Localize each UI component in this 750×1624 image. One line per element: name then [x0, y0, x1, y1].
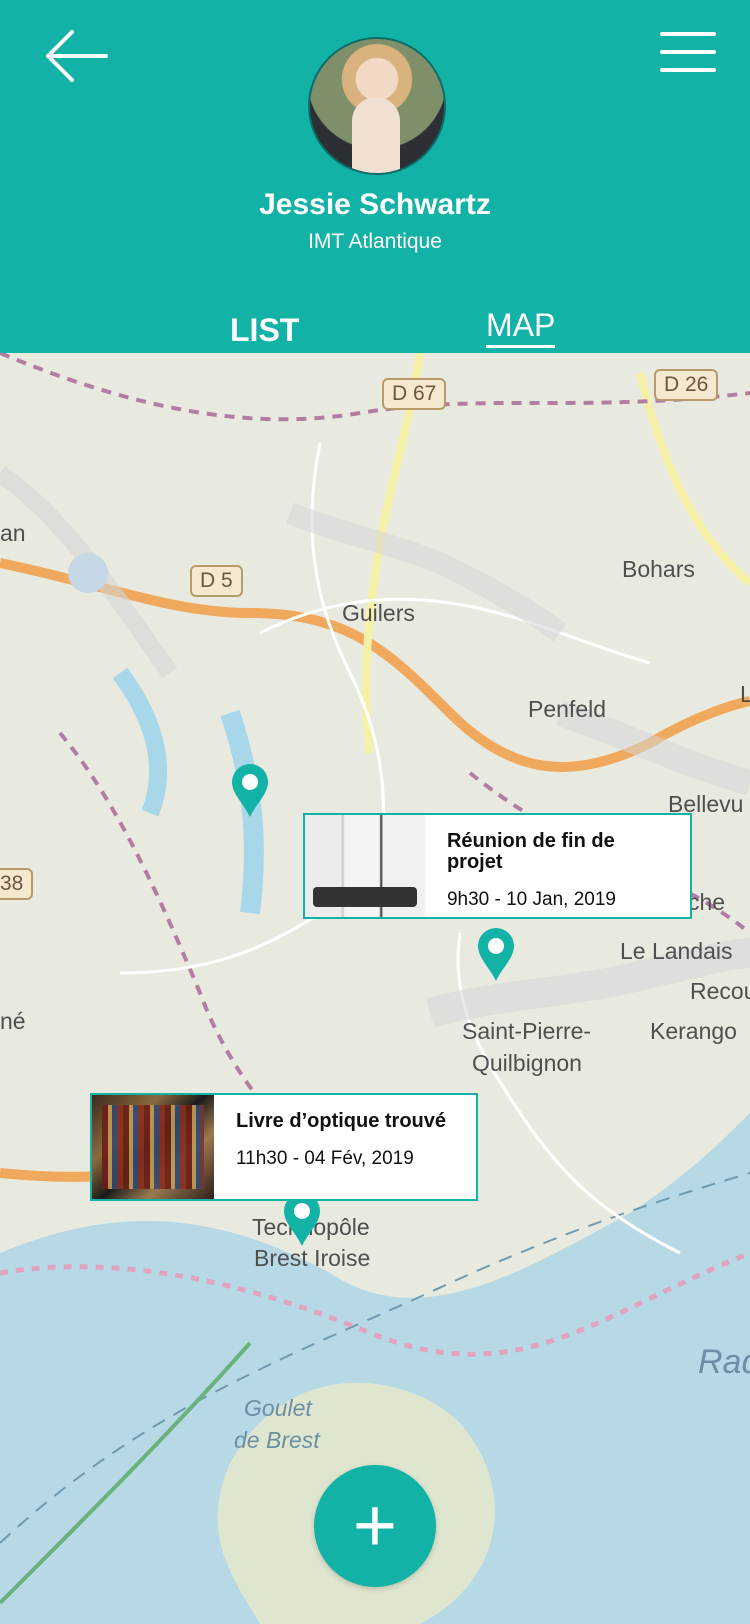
- event-title: Livre d’optique trouvé: [236, 1110, 447, 1132]
- road-label-d5: D 5: [190, 565, 243, 597]
- map-pin-icon[interactable]: [476, 926, 516, 982]
- place-label-brest-iroise: Brest Iroise: [254, 1245, 371, 1271]
- event-card-reunion[interactable]: Réunion de fin de projet 9h30 - 10 Jan, …: [303, 813, 692, 919]
- map-view[interactable]: D 67 D 26 D 5 Bohars Guilers Penfeld Bel…: [0, 353, 750, 1624]
- place-label-saint-pierre: Saint-Pierre-: [462, 1018, 592, 1044]
- place-label-guilers: Guilers: [342, 600, 415, 626]
- tab-list[interactable]: LIST: [230, 312, 299, 349]
- place-label-an: an: [0, 520, 26, 546]
- event-card-livre[interactable]: Livre d’optique trouvé 11h30 - 04 Fév, 2…: [90, 1093, 478, 1201]
- place-label-l: L: [740, 681, 750, 707]
- map-background: [0, 353, 750, 1624]
- event-date: 9h30 - 10 Jan, 2019: [446, 889, 616, 910]
- place-label-bohars: Bohars: [622, 556, 695, 582]
- avatar: [308, 37, 446, 175]
- place-label-quilbignon: Quilbignon: [472, 1050, 582, 1076]
- bookshelf-photo: [92, 1095, 214, 1199]
- event-card-content: Réunion de fin de projet 9h30 - 10 Jan, …: [425, 815, 690, 917]
- place-label-ne: né: [0, 1008, 26, 1034]
- place-label-kerango: Kerango: [650, 1018, 737, 1044]
- place-label-penfeld: Penfeld: [528, 696, 607, 722]
- road-label-d67: D 67: [382, 378, 447, 410]
- user-organization: IMT Atlantique: [308, 230, 442, 253]
- user-name: Jessie Schwartz: [259, 188, 491, 221]
- map-pin-icon[interactable]: [230, 762, 270, 818]
- place-label-rad: Rad: [698, 1343, 750, 1381]
- arrow-left-icon[interactable]: [44, 28, 108, 84]
- place-label-goulet: Goulet: [244, 1395, 312, 1421]
- hamburger-menu-icon[interactable]: [660, 30, 716, 74]
- event-card-content: Livre d’optique trouvé 11h30 - 04 Fév, 2…: [214, 1095, 464, 1199]
- road-label-38: 38: [0, 868, 34, 900]
- tab-map[interactable]: MAP: [486, 307, 556, 348]
- plus-icon: +: [352, 1483, 398, 1568]
- event-date: 11h30 - 04 Fév, 2019: [236, 1148, 414, 1169]
- place-label-de-brest: de Brest: [234, 1427, 320, 1453]
- place-label-recou: Recou: [690, 978, 750, 1004]
- place-label-le-landais: Le Landais: [620, 938, 733, 964]
- profile-header: Jessie Schwartz IMT Atlantique LIST MAP: [0, 0, 750, 353]
- road-label-d26: D 26: [654, 369, 719, 401]
- event-title: Réunion de fin de projet: [446, 830, 615, 873]
- add-button[interactable]: +: [314, 1465, 436, 1587]
- meeting-photo: [305, 815, 425, 917]
